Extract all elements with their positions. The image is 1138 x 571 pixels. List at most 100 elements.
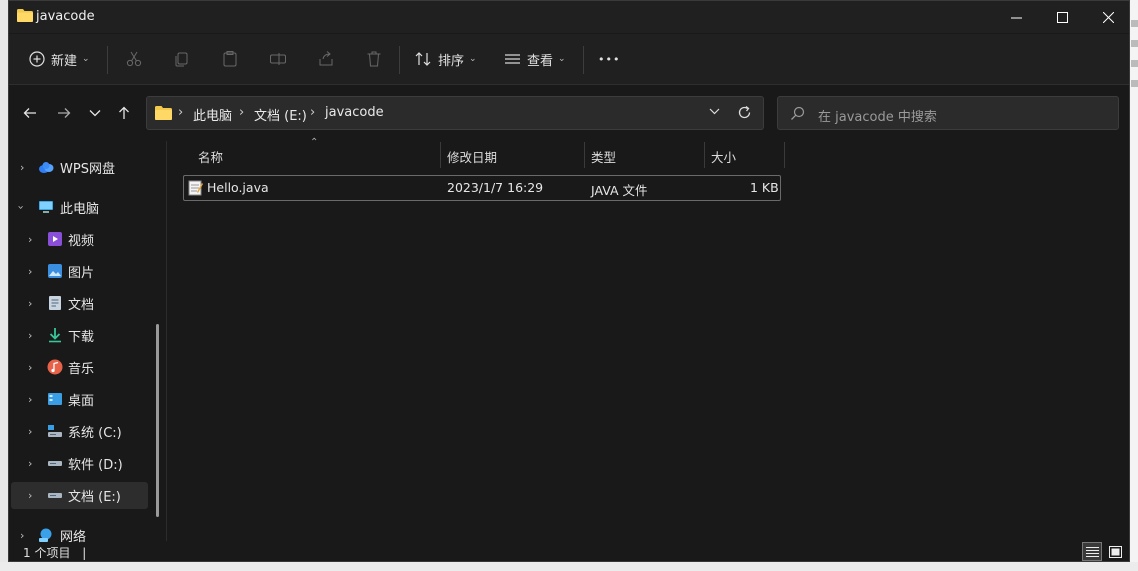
chevron-right-icon[interactable]: ›: [28, 265, 32, 278]
nav-item-pictures[interactable]: › 图片: [9, 257, 149, 285]
folder-icon: [155, 106, 172, 120]
chevron-right-icon[interactable]: ›: [28, 361, 32, 374]
refresh-button[interactable]: [737, 105, 752, 123]
breadcrumb-separator[interactable]: ›: [310, 105, 315, 120]
nav-scrollbar-thumb[interactable]: [156, 324, 159, 517]
rename-icon[interactable]: [269, 50, 287, 68]
background-fragment: [1131, 40, 1138, 47]
drive-icon: [48, 461, 62, 466]
new-label: 新建: [51, 53, 78, 69]
column-header-modified[interactable]: 修改日期: [447, 147, 497, 166]
toolbar-divider: [583, 46, 584, 74]
copy-icon[interactable]: [173, 50, 191, 68]
chevron-right-icon[interactable]: ›: [28, 329, 32, 342]
command-bar: 新建 ⌄ 排序 ⌄ 查看 ⌄ •••: [9, 34, 1129, 85]
background-fragment: [1131, 60, 1138, 67]
java-file-icon: [188, 180, 203, 196]
recent-locations-button[interactable]: [83, 102, 107, 124]
details-view-button[interactable]: [1082, 542, 1102, 561]
nav-label: 此电脑: [60, 201, 100, 217]
toolbar-divider: [399, 46, 400, 74]
breadcrumb-drive-e[interactable]: 文档 (E:): [254, 105, 307, 124]
maximize-button[interactable]: [1039, 1, 1085, 33]
minimize-button[interactable]: [993, 1, 1039, 33]
back-button[interactable]: [18, 102, 42, 124]
breadcrumb-separator[interactable]: ›: [239, 105, 244, 120]
sort-icon: [415, 52, 431, 66]
column-separator[interactable]: [784, 142, 785, 168]
thumbnail-view-icon: [1108, 545, 1122, 558]
nav-item-desktop[interactable]: › 桌面: [9, 385, 149, 413]
column-separator[interactable]: [440, 142, 441, 168]
column-header-size[interactable]: 大小: [711, 147, 736, 166]
file-size: 1 KB: [750, 180, 779, 195]
view-button[interactable]: 查看 ⌄: [504, 47, 566, 71]
nav-label: WPS网盘: [60, 161, 115, 177]
column-separator[interactable]: [704, 142, 705, 168]
sort-button[interactable]: 排序 ⌄: [415, 47, 477, 71]
nav-item-drive-d[interactable]: › 软件 (D:): [9, 449, 149, 477]
network-icon: [39, 528, 52, 542]
chevron-right-icon[interactable]: ›: [28, 425, 32, 438]
chevron-right-icon[interactable]: ›: [28, 489, 32, 502]
chevron-right-icon[interactable]: ›: [28, 233, 32, 246]
chevron-right-icon[interactable]: ›: [20, 161, 24, 174]
large-icons-view-button[interactable]: [1105, 542, 1125, 561]
close-button[interactable]: [1085, 1, 1131, 33]
document-icon: [49, 296, 61, 310]
breadcrumb-this-pc[interactable]: 此电脑: [193, 105, 232, 124]
chevron-right-icon[interactable]: ›: [28, 297, 32, 310]
chevron-right-icon[interactable]: ›: [28, 393, 32, 406]
new-button[interactable]: 新建 ⌄: [29, 47, 90, 71]
cut-icon[interactable]: [125, 50, 143, 68]
video-icon: [48, 232, 62, 246]
nav-item-drive-e[interactable]: › 文档 (E:): [9, 481, 149, 509]
explorer-window: javacode 新建 ⌄ 排序 ⌄ 查看 ⌄ ••• › 此电脑 › 文档 (…: [8, 0, 1130, 562]
nav-item-music[interactable]: › 音乐: [9, 353, 149, 381]
column-separator[interactable]: [584, 142, 585, 168]
up-button[interactable]: [112, 102, 136, 124]
nav-item-this-pc[interactable]: › 此电脑: [9, 193, 149, 221]
forward-button[interactable]: [52, 102, 76, 124]
nav-item-videos[interactable]: › 视频: [9, 225, 149, 253]
column-header-name[interactable]: 名称: [198, 147, 223, 166]
search-box[interactable]: 在 javacode 中搜索: [777, 96, 1119, 130]
nav-item-downloads[interactable]: › 下载: [9, 321, 149, 349]
nav-label: 系统 (C:): [68, 425, 122, 441]
search-icon: [791, 106, 805, 120]
arrow-left-icon: [23, 108, 36, 118]
column-header-type[interactable]: 类型: [591, 147, 616, 166]
breadcrumb-separator: ›: [178, 105, 184, 120]
chevron-down-icon[interactable]: ›: [15, 205, 28, 209]
nav-label: 文档: [68, 297, 95, 313]
paste-icon[interactable]: [221, 50, 239, 68]
nav-label: 网络: [60, 529, 87, 545]
nav-label: 音乐: [68, 361, 95, 377]
breadcrumb-javacode[interactable]: javacode: [325, 105, 384, 120]
chevron-down-icon: [709, 108, 720, 115]
share-icon[interactable]: [317, 50, 335, 68]
view-list-icon: [505, 54, 520, 64]
details-view-icon: [1085, 547, 1099, 557]
title-bar[interactable]: javacode: [9, 1, 1129, 33]
nav-item-drive-c[interactable]: › 系统 (C:): [9, 417, 149, 445]
address-history-dropdown[interactable]: [709, 107, 720, 118]
address-bar[interactable]: › 此电脑 › 文档 (E:) › javacode: [146, 96, 764, 130]
chevron-right-icon[interactable]: ›: [20, 529, 24, 542]
nav-item-documents[interactable]: › 文档: [9, 289, 149, 317]
nav-item-wps-cloud[interactable]: › WPS网盘: [9, 153, 149, 181]
chevron-right-icon[interactable]: ›: [28, 457, 32, 470]
nav-label: 文档 (E:): [68, 489, 121, 505]
chevron-down-icon: ⌄: [82, 54, 90, 64]
sort-ascending-icon: ⌃: [310, 137, 319, 148]
close-icon: [1102, 11, 1114, 23]
cloud-icon: [39, 162, 54, 173]
nav-label: 图片: [68, 265, 95, 281]
search-input[interactable]: 在 javacode 中搜索: [818, 106, 937, 125]
pane-divider[interactable]: [166, 141, 167, 541]
toolbar-divider: [107, 46, 108, 74]
file-name[interactable]: Hello.java: [207, 180, 269, 195]
more-options-button[interactable]: •••: [598, 47, 620, 71]
delete-icon[interactable]: [365, 50, 383, 68]
plus-circle-icon: [29, 51, 45, 67]
